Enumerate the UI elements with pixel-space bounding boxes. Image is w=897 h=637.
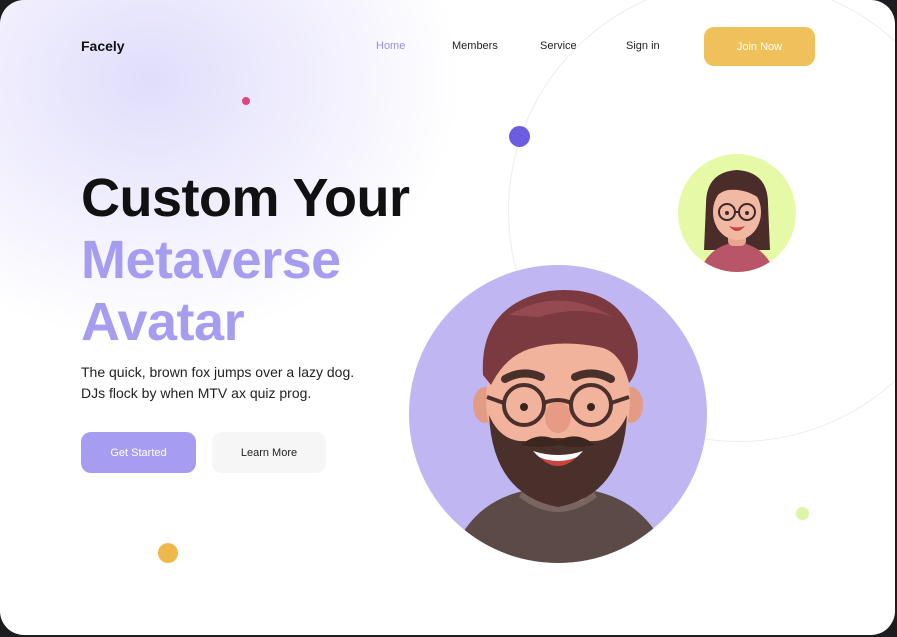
get-started-button[interactable]: Get Started [81,432,196,473]
hero-title-line-2: Metaverse [81,230,341,290]
landing-page: Facely Home Members Service Sign in Join… [0,0,895,635]
decorative-dot-lime [796,507,809,520]
nav-item-members[interactable]: Members [452,40,498,52]
learn-more-button[interactable]: Learn More [212,432,326,473]
decorative-dot-yellow [158,543,178,563]
decorative-dot-pink [242,97,250,105]
brand-logo[interactable]: Facely [81,38,125,54]
decorative-dot-purple [509,126,530,147]
hero-subtitle-line-1: The quick, brown fox jumps over a lazy d… [81,364,355,380]
nav-item-home[interactable]: Home [376,40,405,52]
hero-subtitle: The quick, brown fox jumps over a lazy d… [81,362,354,404]
hero-title-line-1: Custom Your [81,168,410,228]
nav-item-service[interactable]: Service [540,40,577,52]
join-now-button[interactable]: Join Now [704,27,815,66]
nav-item-sign-in[interactable]: Sign in [626,40,660,52]
hero-subtitle-line-2: DJs flock by when MTV ax quiz prog. [81,385,312,401]
girl-with-glasses-avatar-icon [678,154,796,272]
bearded-man-avatar-icon [409,265,707,563]
hero-title-line-3: Avatar [81,292,245,352]
